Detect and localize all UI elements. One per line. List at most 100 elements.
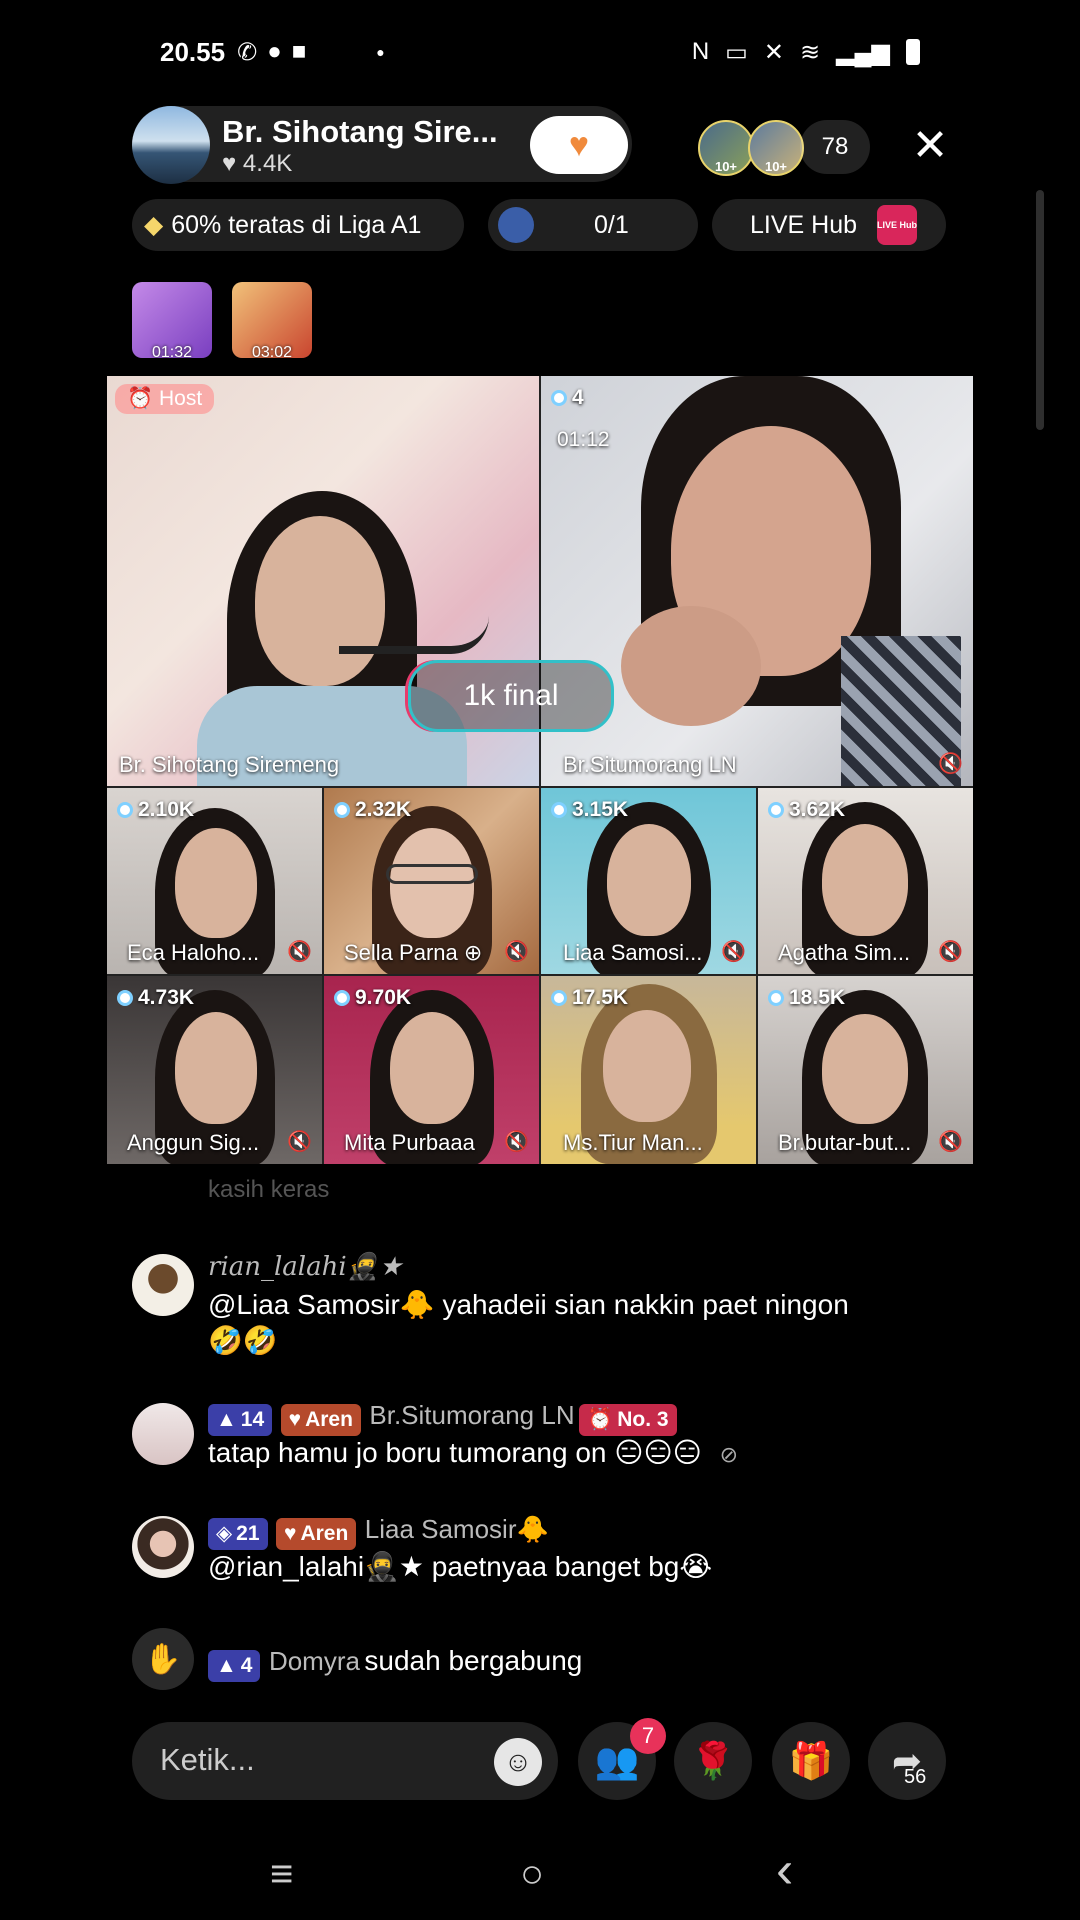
tile-viewer-count: 17.5K bbox=[551, 986, 628, 1010]
guest-face bbox=[390, 1012, 474, 1124]
rose-button[interactable]: 🌹 bbox=[674, 1722, 752, 1800]
chat-header-row: ▲ 14 ♥ Aren Br.Situmorang LN ⏰ No. 3 bbox=[208, 1400, 681, 1436]
top-viewer-avatar[interactable]: 10+ bbox=[748, 120, 804, 176]
heart-icon: ♥ bbox=[568, 125, 590, 164]
tile-viewer-count: 2.10K bbox=[117, 798, 194, 822]
live-hub-badge: LIVE Hub bbox=[877, 205, 918, 245]
chat-message: @rian_lalahi🥷★ paetnyaa banget bg😭 bbox=[208, 1551, 713, 1582]
league-pill[interactable]: ◆ 60% teratas di Liga A1 bbox=[132, 199, 464, 251]
top-viewer-avatar[interactable]: 10+ bbox=[698, 120, 754, 176]
chat-message: 🤣🤣 bbox=[208, 1325, 278, 1356]
chat-username[interactable]: Liaa Samosir🐥 bbox=[365, 1514, 549, 1544]
chat-message: tatap hamu jo boru tumorang on 😑😑😑 ⊘ bbox=[208, 1437, 739, 1468]
mic-muted-icon: 🔇 bbox=[287, 1131, 312, 1153]
rose-icon: 🌹 bbox=[690, 1740, 736, 1781]
tile-name: Eca Haloho... bbox=[127, 940, 260, 965]
diamond-icon: ◆ bbox=[144, 211, 164, 239]
notification-badge: 7 bbox=[630, 1718, 666, 1754]
eye-icon bbox=[551, 802, 567, 818]
cast-icon: ▭ bbox=[725, 38, 748, 66]
league-text: 60% teratas di Liga A1 bbox=[171, 210, 422, 239]
close-icon[interactable]: ✕ bbox=[905, 118, 955, 172]
join-message: ▲ 4 Domyra sudah bergabung bbox=[208, 1642, 582, 1682]
tile-name: Liaa Samosi... bbox=[563, 940, 703, 965]
avatar[interactable] bbox=[132, 1254, 194, 1316]
chat-username[interactable]: rian_lalahi🥷★ bbox=[208, 1252, 402, 1282]
tile-name: Anggun Sig... bbox=[127, 1130, 260, 1155]
goal-pill[interactable]: 0/1 bbox=[488, 199, 698, 251]
eye-icon bbox=[117, 990, 133, 1006]
nfc-icon: N bbox=[691, 38, 710, 65]
add-icon: ⊕ bbox=[463, 940, 483, 965]
chat-message: @Liaa Samosir🐥 yahadeii sian nakkin paet… bbox=[208, 1289, 849, 1320]
treasure-box-red[interactable]: 03:02 bbox=[232, 282, 312, 361]
chat-username[interactable]: Br.Situmorang LN bbox=[369, 1400, 574, 1430]
guest-video-tile[interactable]: 4.73K Anggun Sig... 🔇 bbox=[107, 976, 322, 1164]
guest-hand bbox=[621, 606, 761, 726]
guest-video-tile[interactable]: 4 01:12 Br.Situmorang LN 🔇 bbox=[541, 376, 973, 786]
tile-name: Ms.Tiur Man... bbox=[563, 1130, 703, 1155]
viewer-count[interactable]: 78 bbox=[800, 120, 870, 174]
guest-video-tile[interactable]: 3.62K Agatha Sim... 🔇 bbox=[758, 788, 973, 974]
tile-name: Br. Sihotang Siremeng bbox=[119, 752, 340, 777]
eye-icon bbox=[334, 802, 350, 818]
tile-viewer-count: 18.5K bbox=[768, 986, 845, 1010]
battle-timer: 01:12 bbox=[557, 428, 610, 451]
gift-button[interactable]: 🎁 bbox=[772, 1722, 850, 1800]
guest-face bbox=[175, 1012, 257, 1124]
treasure-timer: 01:32 bbox=[151, 344, 193, 361]
eye-icon bbox=[551, 990, 567, 1006]
tile-viewer-count: 3.62K bbox=[768, 798, 845, 822]
status-time: 20.55 bbox=[160, 36, 226, 67]
chat-message-faded: kasih keras bbox=[208, 1176, 330, 1203]
guest-video-tile[interactable]: 17.5K Ms.Tiur Man... bbox=[541, 976, 756, 1164]
level-badge: ◈ 21 bbox=[208, 1517, 268, 1550]
eye-icon bbox=[117, 802, 133, 818]
host-name[interactable]: Br. Sihotang Sire... bbox=[222, 114, 498, 150]
eye-icon bbox=[768, 990, 784, 1006]
side-scroll-handle[interactable] bbox=[1036, 190, 1044, 430]
mic-muted-icon: 🔇 bbox=[938, 753, 963, 775]
comment-placeholder[interactable]: Ketik... bbox=[160, 1742, 255, 1778]
guest-video-tile[interactable]: 3.15K Liaa Samosi... 🔇 bbox=[541, 788, 756, 974]
back-button[interactable]: ‹ bbox=[776, 1840, 793, 1900]
emoji-icon[interactable]: ☺ bbox=[494, 1738, 542, 1786]
host-likes: ♥ 4.4K bbox=[222, 150, 293, 177]
guest-video-tile[interactable]: 2.32K Sella Parna ⊕ 🔇 bbox=[324, 788, 539, 974]
follow-button[interactable]: ♥ bbox=[530, 116, 628, 174]
guest-video-tile[interactable]: 18.5K Br.butar-but... 🔇 bbox=[758, 976, 973, 1164]
treasure-timer: 03:02 bbox=[251, 344, 293, 361]
level-badge: ▲ 4 bbox=[208, 1649, 261, 1682]
guest-video-tile[interactable]: 2.10K Eca Haloho... 🔇 bbox=[107, 788, 322, 974]
goal-icon bbox=[498, 207, 534, 243]
guest-face bbox=[603, 1010, 691, 1122]
tile-viewer-count: 2.32K bbox=[334, 798, 411, 822]
host-avatar[interactable] bbox=[132, 106, 210, 184]
home-button[interactable]: ○ bbox=[520, 1852, 544, 1897]
tile-name: Sella Parna ⊕ bbox=[344, 940, 483, 965]
tile-name: Mita Purbaaa bbox=[344, 1130, 475, 1155]
whatsapp-icon: ✆ bbox=[237, 38, 258, 66]
avatar[interactable] bbox=[132, 1516, 194, 1578]
recent-apps-button[interactable]: ≡ bbox=[270, 1852, 293, 1897]
headset-icon bbox=[339, 616, 489, 654]
host-face bbox=[255, 516, 385, 686]
chat-username[interactable]: Domyra bbox=[269, 1646, 360, 1676]
live-hub-button[interactable]: LIVE Hub LIVE Hub bbox=[712, 199, 946, 251]
wifi-icon: ≋ bbox=[799, 38, 821, 66]
goal-text: 0/1 bbox=[594, 210, 629, 239]
treasure-box-purple[interactable]: 01:32 bbox=[132, 282, 212, 361]
tile-viewer-count: 9.70K bbox=[334, 986, 411, 1010]
dot-icon: ● bbox=[376, 44, 385, 60]
avatar[interactable] bbox=[132, 1403, 194, 1465]
host-tag: ⏰ Host bbox=[115, 384, 215, 414]
final-badge[interactable]: 1k final bbox=[408, 660, 614, 732]
guest-video-tile[interactable]: 9.70K Mita Purbaaa 🔇 bbox=[324, 976, 539, 1164]
status-bar: 20.55 ✆ ● ■ ● N ▭ ✕ ≋ ▂▄▆ bbox=[160, 30, 920, 74]
mic-muted-icon: 🔇 bbox=[504, 1131, 529, 1153]
eye-icon bbox=[551, 390, 567, 406]
tile-viewer-count: 3.15K bbox=[551, 798, 628, 822]
glasses-icon bbox=[386, 864, 478, 884]
gift-icon: 🎁 bbox=[788, 1740, 834, 1781]
hidden-eye-icon[interactable]: ⊘ bbox=[720, 1442, 738, 1467]
